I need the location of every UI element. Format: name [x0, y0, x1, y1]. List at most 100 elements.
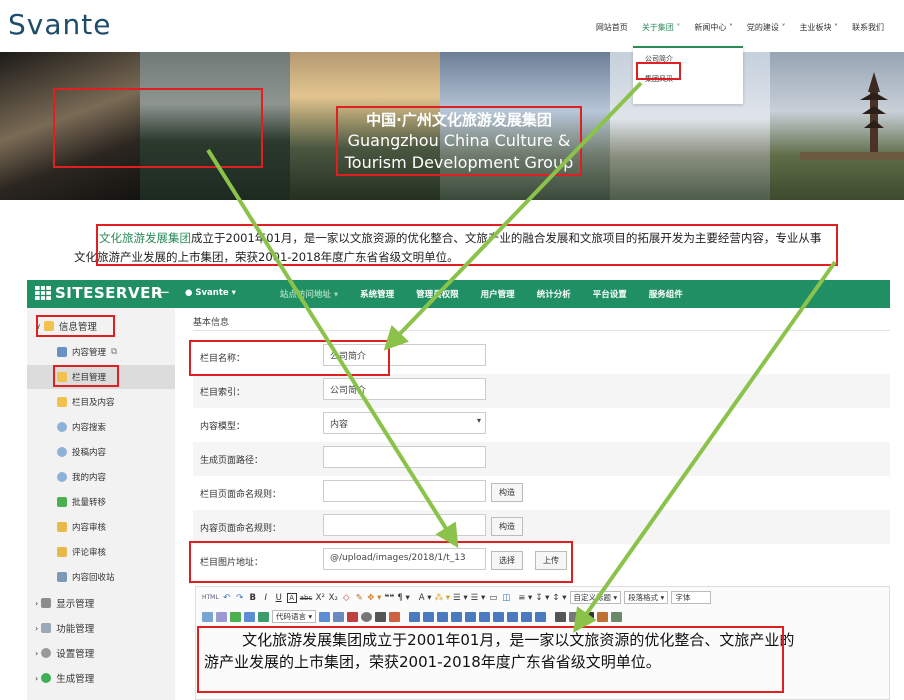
shield-icon — [57, 547, 67, 557]
multi-image-icon[interactable] — [244, 611, 255, 622]
sidebar-item-generate[interactable]: › 生成管理 — [27, 666, 175, 690]
paragraph-format-select[interactable]: 段落格式 ▾ — [624, 591, 669, 604]
nav-business[interactable]: 主业板块 ˅ — [799, 22, 838, 33]
select-all-icon[interactable]: ▭ — [488, 593, 498, 603]
list-icon — [57, 347, 67, 357]
paragraph-icon[interactable]: ¶ ▾ — [397, 593, 409, 603]
quote-icon[interactable]: ❝❝ — [384, 593, 394, 603]
insert-table-icon[interactable] — [409, 611, 421, 622]
split-cells-icon[interactable] — [465, 611, 477, 622]
menu-users[interactable]: 用户管理 — [481, 288, 515, 300]
external-icon[interactable]: ⧉ — [111, 347, 117, 357]
attachment-icon[interactable] — [258, 611, 269, 622]
sidebar-item-column-content[interactable]: 栏目及内容 — [27, 390, 175, 414]
nav-about[interactable]: 关于集团 ˅ — [642, 22, 681, 33]
site-logo[interactable]: Svante — [8, 8, 111, 41]
italic-button[interactable]: I — [261, 593, 271, 603]
sidebar-item-content[interactable]: 内容管理 ⧉ — [27, 340, 175, 364]
page-rule-build-button[interactable]: 构造 — [491, 483, 523, 502]
delete-row-icon[interactable] — [479, 611, 491, 622]
subscript-button[interactable]: X₂ — [328, 593, 338, 603]
menu-services[interactable]: 服务组件 — [649, 288, 683, 300]
delete-col-icon[interactable] — [493, 611, 505, 622]
auto-format-icon[interactable]: ✥ ▾ — [367, 593, 381, 603]
nav-news[interactable]: 新闻中心 ˅ — [694, 22, 733, 33]
content-rule-build-button[interactable]: 构造 — [491, 517, 523, 536]
sidebar-item-search[interactable]: 内容搜索 — [27, 415, 175, 439]
nav-contact[interactable]: 联系我们 — [852, 22, 884, 33]
sidebar-item-label: 内容管理 — [72, 348, 107, 358]
menu-platform[interactable]: 平台设置 — [593, 288, 627, 300]
sidebar-item-function[interactable]: › 功能管理 — [27, 616, 175, 640]
sidebar-item-mine[interactable]: 我的内容 — [27, 465, 175, 489]
menu-site-url[interactable]: 站点访问地址 ▾ — [280, 288, 338, 300]
delete-table-icon[interactable] — [535, 611, 547, 622]
image-icon[interactable] — [230, 611, 241, 622]
unlink-icon[interactable] — [216, 611, 227, 622]
sidebar-item-comment[interactable]: 评论审核 — [27, 540, 175, 564]
strike-button[interactable]: abc — [300, 594, 313, 602]
underline-button[interactable]: U — [274, 593, 284, 603]
model-select[interactable]: 内容 ▾ — [323, 412, 486, 434]
sidebar-item-recycle[interactable]: 内容回收站 — [27, 565, 175, 589]
font-color-icon[interactable]: A ▾ — [419, 593, 432, 603]
preview-icon[interactable]: ◫ — [501, 593, 511, 603]
sidebar-item-label: 内容审核 — [72, 523, 107, 533]
nav-party[interactable]: 党的建设 ˅ — [747, 22, 786, 33]
table-icon[interactable] — [319, 611, 331, 622]
highlight-icon[interactable]: ⁂ ▾ — [435, 593, 450, 603]
zoom-icon[interactable] — [569, 611, 581, 622]
cell-align-icon[interactable] — [521, 611, 533, 622]
grid-icon[interactable] — [583, 611, 595, 622]
date-icon[interactable] — [347, 611, 359, 622]
menu-system[interactable]: 系统管理 — [360, 288, 394, 300]
index-input[interactable]: 公司简介 — [323, 378, 486, 400]
sidebar-item-display[interactable]: › 显示管理 — [27, 591, 175, 615]
bold-button[interactable]: B — [248, 593, 258, 603]
undo-icon[interactable]: ↶ — [222, 593, 232, 603]
draft-icon[interactable] — [597, 611, 609, 622]
site-selector[interactable]: ● Svante ▾ — [185, 288, 258, 300]
unordered-list-icon[interactable]: ☰ ▾ — [471, 593, 486, 603]
sidebar-item-review[interactable]: 内容审核 — [27, 515, 175, 539]
form-row-path: 生成页面路径： — [193, 442, 890, 476]
redo-icon[interactable]: ↷ — [235, 593, 245, 603]
font-family-select[interactable]: 字体 — [671, 591, 712, 604]
spacing-top-icon[interactable]: ↧ ▾ — [535, 593, 549, 603]
spacing-bottom-icon[interactable]: ↕ ▾ — [552, 593, 566, 603]
siteserver-logo-text: SITESERVER — [55, 284, 163, 302]
page-rule-input[interactable] — [323, 480, 486, 502]
code-language-select[interactable]: 代码语言 ▾ — [272, 610, 317, 623]
template-icon[interactable] — [333, 611, 345, 622]
video-icon[interactable] — [389, 611, 401, 622]
superscript-button[interactable]: X² — [315, 593, 325, 603]
line-height-icon[interactable]: ≡ ▾ — [518, 593, 532, 603]
content-rule-input[interactable] — [323, 514, 486, 536]
heading-select[interactable]: 自定义标题 ▾ — [569, 591, 622, 604]
eraser-icon[interactable]: ◇ — [341, 593, 351, 603]
html-button[interactable]: HTML — [202, 594, 219, 601]
border-button[interactable]: A — [286, 592, 297, 603]
insert-row-icon[interactable] — [423, 611, 435, 622]
link-icon[interactable] — [202, 611, 213, 622]
collapse-arrow-icon[interactable]: ← — [157, 283, 170, 301]
siteserver-logo[interactable]: SITESERVER — [35, 284, 163, 302]
table-props-icon[interactable] — [507, 611, 519, 622]
sidebar-item-settings[interactable]: › 设置管理 — [27, 641, 175, 665]
menu-admin-permission[interactable]: 管理员权限 — [416, 288, 459, 300]
ordered-list-icon[interactable]: ☰ ▾ — [453, 593, 468, 603]
time-icon[interactable] — [361, 611, 373, 622]
nav-home[interactable]: 网站首页 — [596, 22, 628, 33]
path-input[interactable] — [323, 446, 486, 468]
help-icon[interactable] — [611, 611, 623, 622]
sidebar-item-submission[interactable]: 投稿内容 — [27, 440, 175, 464]
format-painter-icon[interactable]: ✎ — [354, 593, 364, 603]
omega-icon[interactable] — [375, 611, 387, 622]
print-icon[interactable] — [555, 611, 567, 622]
banner-title-cn: 中国·广州文化旅游发展集团 — [366, 111, 552, 129]
editor-toolbar-2: 代码语言 ▾ — [202, 610, 623, 623]
menu-analytics[interactable]: 统计分析 — [537, 288, 571, 300]
merge-cells-icon[interactable] — [451, 611, 463, 622]
sidebar-item-transfer[interactable]: 批量转移 — [27, 490, 175, 514]
insert-col-icon[interactable] — [437, 611, 449, 622]
